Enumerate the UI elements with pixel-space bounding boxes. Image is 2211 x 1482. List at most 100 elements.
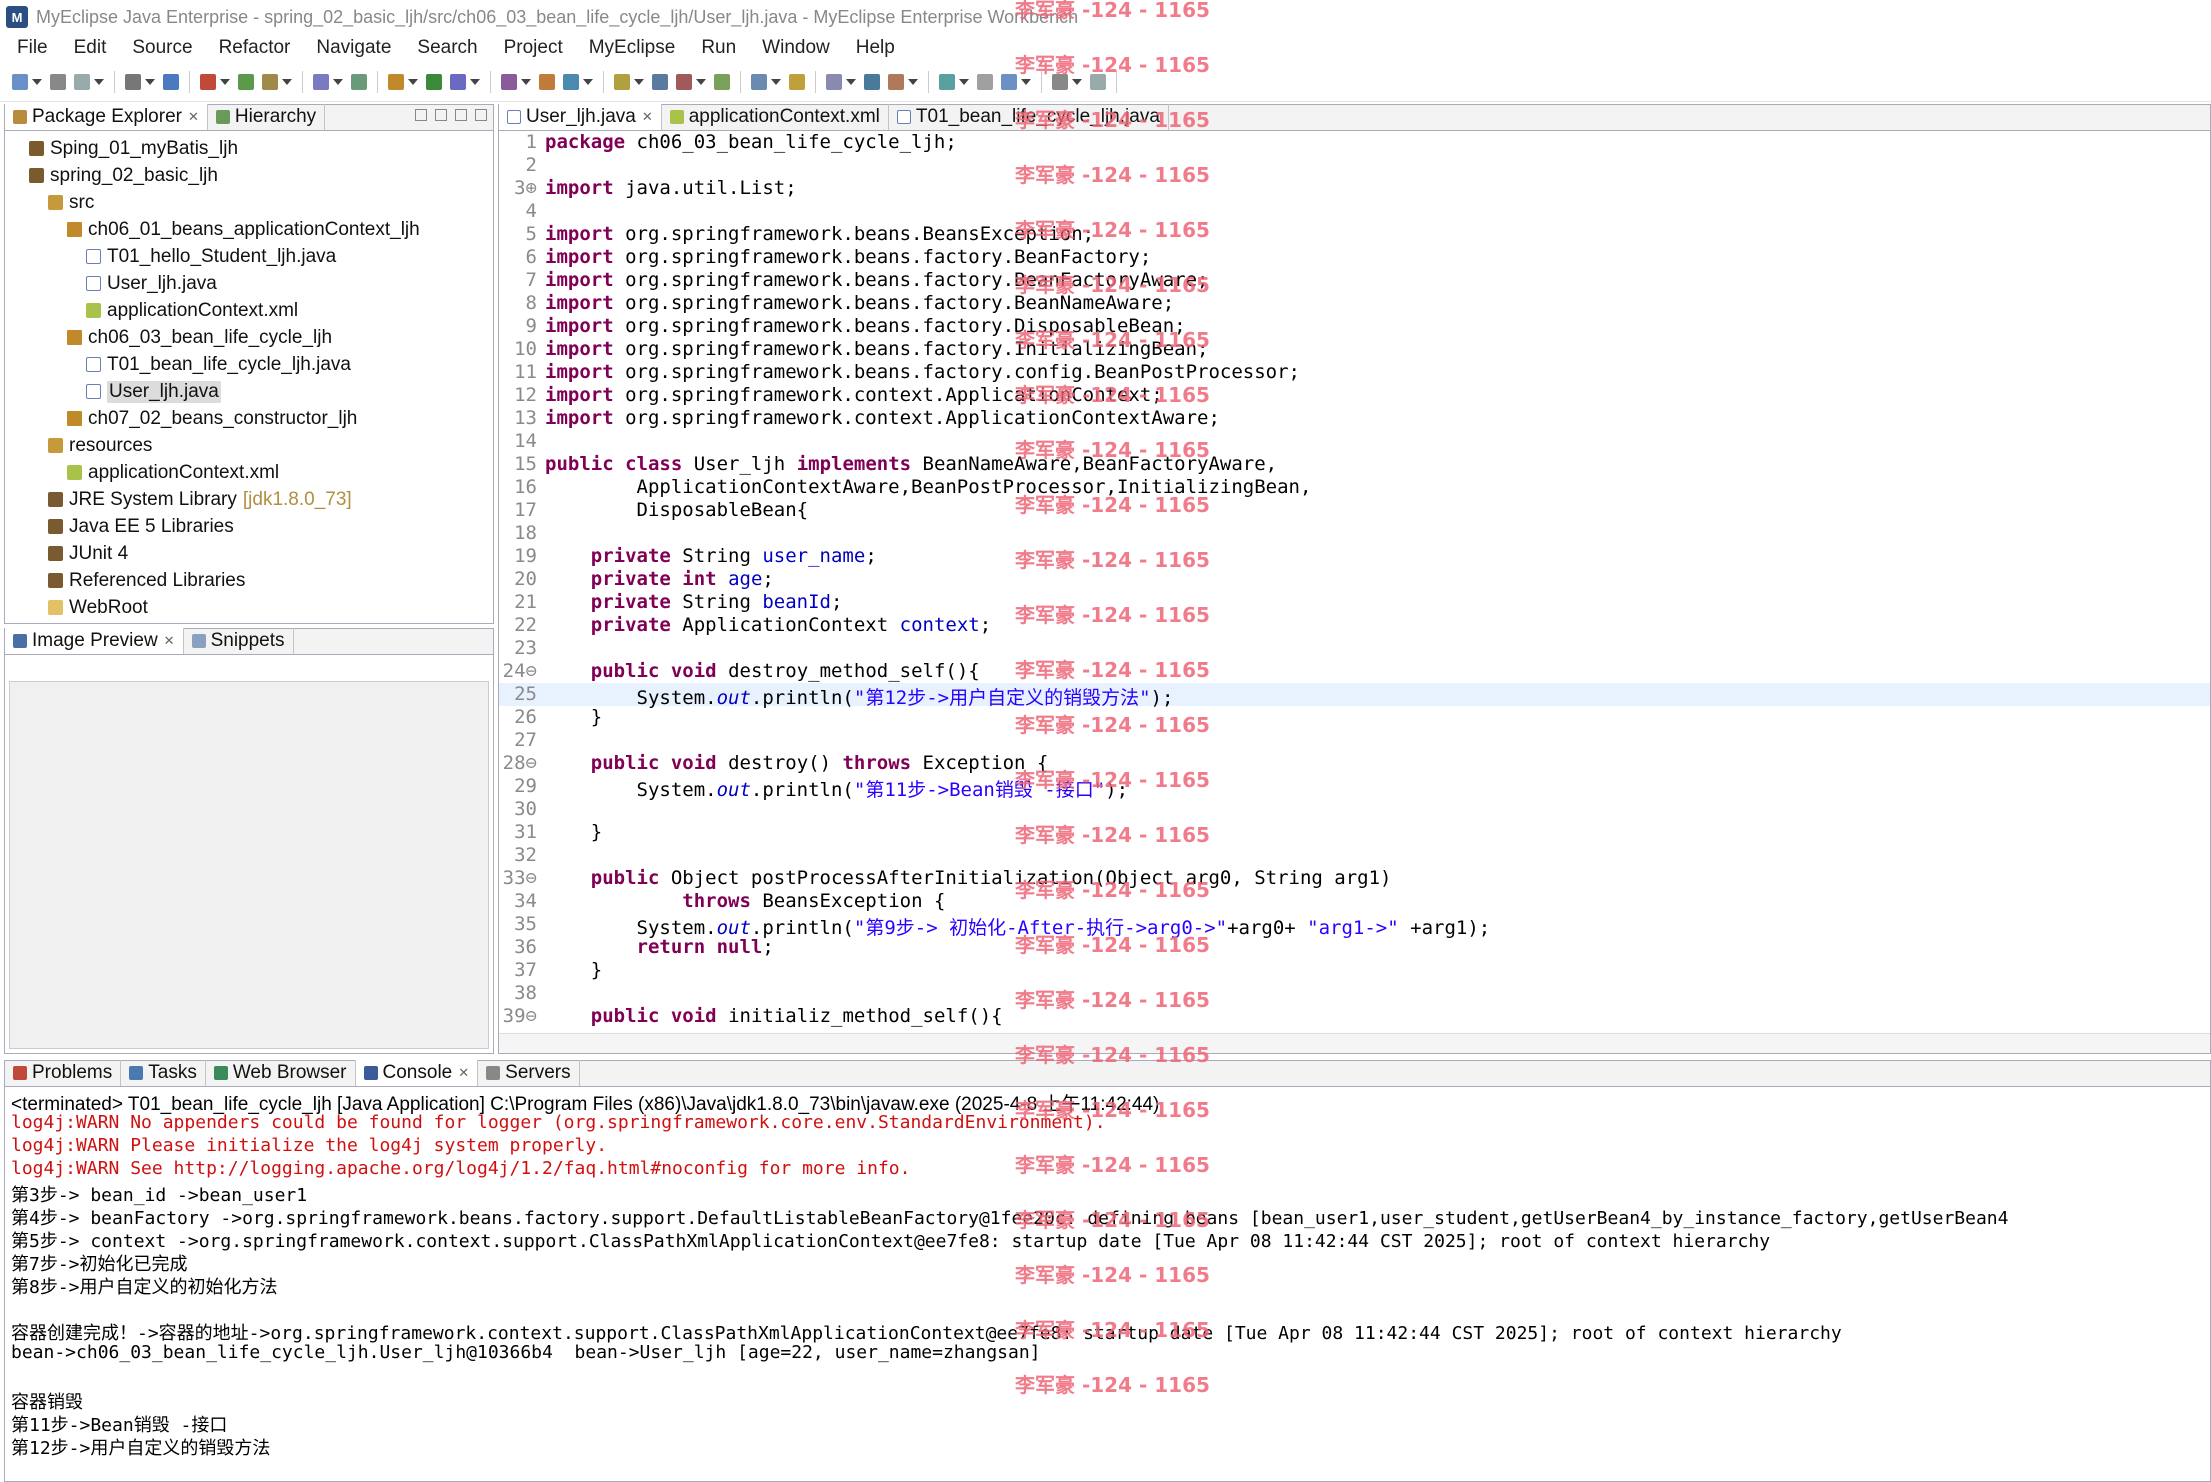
toolbar-button-27[interactable] <box>977 73 993 90</box>
dropdown-arrow-icon[interactable] <box>908 78 918 85</box>
code-line[interactable]: 18 <box>499 522 2210 545</box>
menu-run[interactable]: Run <box>688 37 749 59</box>
code-line[interactable]: 22 private ApplicationContext context; <box>499 614 2210 637</box>
code-line[interactable]: 39⊖ public void initializ_method_self(){ <box>499 1005 2210 1028</box>
code-line[interactable]: 19 private String user_name; <box>499 545 2210 568</box>
code-line[interactable]: 21 private String beanId; <box>499 591 2210 614</box>
toolbar-button-20[interactable] <box>714 73 730 90</box>
close-icon[interactable]: ✕ <box>458 1065 469 1081</box>
code-line[interactable]: 27 <box>499 729 2210 752</box>
menu-myeclipse[interactable]: MyEclipse <box>576 37 689 59</box>
code-line[interactable]: 36 return null; <box>499 936 2210 959</box>
toolbar-button-14[interactable] <box>501 73 517 90</box>
toolbar-button-8[interactable] <box>262 73 278 90</box>
code-line[interactable]: 38 <box>499 982 2210 1005</box>
minimize-icon[interactable] <box>455 109 467 121</box>
menu-window[interactable]: Window <box>749 37 843 59</box>
code-line[interactable]: 15 public class User_ljh implements BeanN… <box>499 453 2210 476</box>
code-line[interactable]: 11 import org.springframework.beans.facto… <box>499 361 2210 384</box>
code-line[interactable]: 16 ApplicationContextAware,BeanPostProce… <box>499 476 2210 499</box>
tab-image-preview[interactable]: Image Preview ✕ <box>5 628 184 654</box>
code-line[interactable]: 31 } <box>499 821 2210 844</box>
toolbar-button-13[interactable] <box>450 73 466 90</box>
link-editor-icon[interactable] <box>435 109 447 121</box>
toolbar-button-15[interactable] <box>539 73 555 90</box>
close-icon[interactable]: ✕ <box>188 109 199 125</box>
tab-hierarchy[interactable]: Hierarchy <box>208 104 326 130</box>
menu-file[interactable]: File <box>4 37 61 59</box>
maximize-icon[interactable] <box>475 109 487 121</box>
toolbar-button-26[interactable] <box>939 73 955 90</box>
tree-item[interactable]: src <box>48 189 94 216</box>
tab-package-explorer[interactable]: Package Explorer ✕ <box>5 104 208 130</box>
dropdown-arrow-icon[interactable] <box>220 78 230 85</box>
code-line[interactable]: 34 throws BeansException { <box>499 890 2210 913</box>
toolbar-button-3[interactable] <box>74 73 90 90</box>
menu-refactor[interactable]: Refactor <box>206 37 304 59</box>
dropdown-arrow-icon[interactable] <box>333 78 343 85</box>
collapse-all-icon[interactable] <box>415 109 427 121</box>
close-icon[interactable]: ✕ <box>164 633 175 649</box>
dropdown-arrow-icon[interactable] <box>634 78 644 85</box>
dropdown-arrow-icon[interactable] <box>521 78 531 85</box>
dropdown-arrow-icon[interactable] <box>1072 78 1082 85</box>
code-line[interactable]: 14 <box>499 430 2210 453</box>
tab-servers[interactable]: Servers <box>478 1060 580 1086</box>
code-line[interactable]: 28⊖ public void destroy() throws Excepti… <box>499 752 2210 775</box>
tab-snippets[interactable]: Snippets <box>184 628 294 654</box>
menu-source[interactable]: Source <box>119 37 205 59</box>
code-editor[interactable]: 1 package ch06_03_bean_life_cycle_ljh; 2 3⊕… <box>499 131 2210 1033</box>
menu-search[interactable]: Search <box>404 37 490 59</box>
code-line[interactable]: 13 import org.springframework.context.App… <box>499 407 2210 430</box>
toolbar-button-2[interactable] <box>50 73 66 90</box>
toolbar-button-12[interactable] <box>426 73 442 90</box>
dropdown-arrow-icon[interactable] <box>1021 78 1031 85</box>
tab-console[interactable]: Console ✕ <box>355 1060 479 1086</box>
code-line[interactable]: 6 import org.springframework.beans.factor… <box>499 246 2210 269</box>
tab-tasks[interactable]: Tasks <box>121 1060 206 1086</box>
code-line[interactable]: 20 private int age; <box>499 568 2210 591</box>
code-line[interactable]: 9 import org.springframework.beans.factor… <box>499 315 2210 338</box>
toolbar-button-1[interactable] <box>12 73 28 90</box>
toolbar-button-21[interactable] <box>751 73 767 90</box>
tab-web-browser[interactable]: Web Browser <box>206 1060 356 1086</box>
tree-item[interactable]: Java EE 5 Libraries <box>48 513 234 540</box>
code-line[interactable]: 17 DisposableBean{ <box>499 499 2210 522</box>
code-line[interactable]: 4 <box>499 200 2210 223</box>
tree-item[interactable]: JRE System Library [jdk1.8.0_73] <box>48 486 352 513</box>
tab-problems[interactable]: Problems <box>5 1060 122 1086</box>
toolbar-button-23[interactable] <box>826 73 842 90</box>
code-line[interactable]: 25 System.out.println("第12步->用户自定义的销毁方法"… <box>499 683 2210 709</box>
toolbar-button-18[interactable] <box>652 73 668 90</box>
dropdown-arrow-icon[interactable] <box>696 78 706 85</box>
tree-item[interactable]: T01_hello_Student_ljh.java <box>86 243 336 270</box>
tree-item[interactable]: resources <box>48 432 152 459</box>
dropdown-arrow-icon[interactable] <box>959 78 969 85</box>
editor-horizontal-scrollbar[interactable] <box>499 1033 2210 1053</box>
tree-item[interactable]: Sping_01_myBatis_ljh <box>29 135 238 162</box>
tree-item[interactable]: WebRoot <box>48 594 148 621</box>
tree-item[interactable]: JUnit 4 <box>48 540 128 567</box>
code-line[interactable]: 8 import org.springframework.beans.factor… <box>499 292 2210 315</box>
toolbar-button-9[interactable] <box>313 73 329 90</box>
toolbar-button-17[interactable] <box>614 73 630 90</box>
close-icon[interactable]: ✕ <box>642 109 653 125</box>
tree-item[interactable]: ch07_02_beans_constructor_ljh <box>67 405 357 432</box>
tree-item[interactable]: User_ljh.java <box>86 270 217 297</box>
toolbar-button-5[interactable] <box>163 73 179 90</box>
toolbar-button-19[interactable] <box>676 73 692 90</box>
toolbar-button-16[interactable] <box>563 73 579 90</box>
dropdown-arrow-icon[interactable] <box>94 78 104 85</box>
code-line[interactable]: 24⊖ public void destroy_method_self(){ <box>499 660 2210 683</box>
code-line[interactable]: 2 <box>499 154 2210 177</box>
menu-navigate[interactable]: Navigate <box>303 37 404 59</box>
tree-item[interactable]: applicationContext.xml <box>86 297 298 324</box>
menu-project[interactable]: Project <box>491 37 576 59</box>
toolbar-button-4[interactable] <box>125 73 141 90</box>
code-line[interactable]: 1 package ch06_03_bean_life_cycle_ljh; <box>499 131 2210 154</box>
toolbar-button-24[interactable] <box>864 73 880 90</box>
tree-item[interactable]: spring_02_basic_ljh <box>29 162 218 189</box>
code-line[interactable]: 33⊖ public Object postProcessAfterInitia… <box>499 867 2210 890</box>
menu-help[interactable]: Help <box>843 37 908 59</box>
code-line[interactable]: 10 import org.springframework.beans.facto… <box>499 338 2210 361</box>
